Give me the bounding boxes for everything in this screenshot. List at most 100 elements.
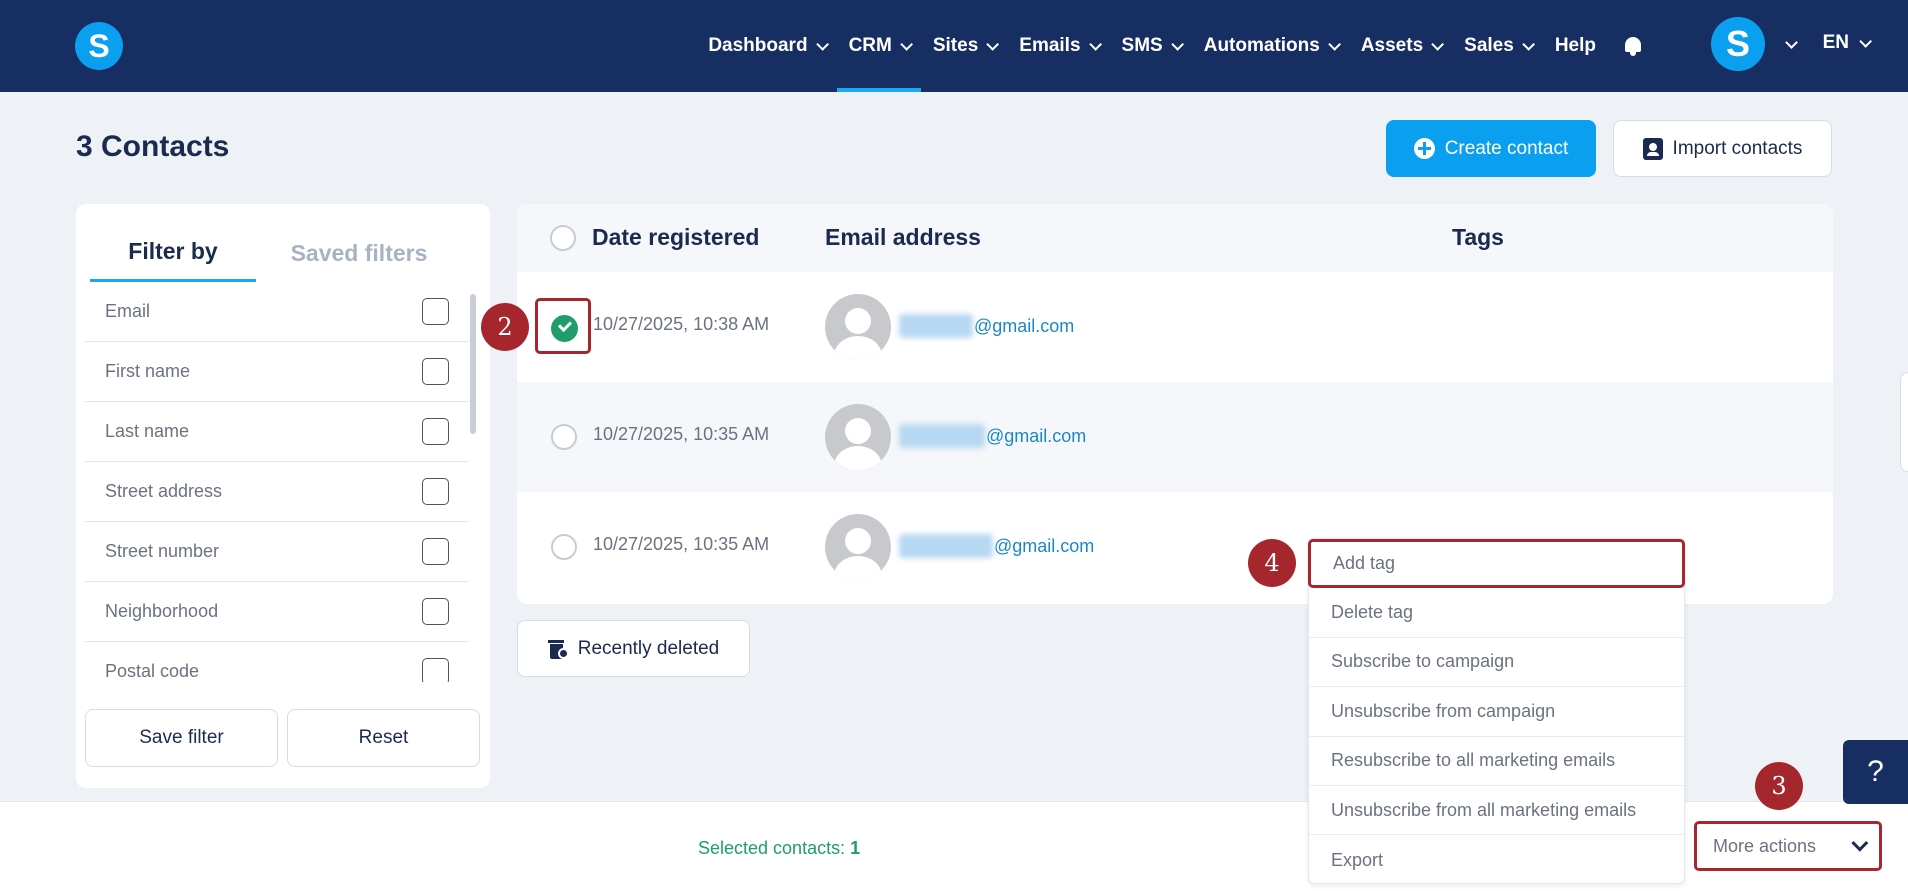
- row-email[interactable]: @gmail.com: [899, 424, 1086, 448]
- save-filter-button[interactable]: Save filter: [85, 709, 278, 767]
- main-nav: Dashboard CRM Sites Emails SMS Automatio…: [696, 0, 1658, 92]
- recently-deleted-button[interactable]: Recently deleted: [517, 620, 750, 677]
- language-label: EN: [1822, 32, 1849, 53]
- nav-sales[interactable]: Sales: [1452, 0, 1543, 92]
- avatar: [825, 294, 891, 360]
- filter-label: First name: [105, 361, 191, 381]
- step-highlight-checkbox: [535, 298, 591, 354]
- side-tab[interactable]: [1900, 372, 1908, 472]
- import-contacts-button[interactable]: Import contacts: [1613, 120, 1832, 177]
- chevron-down-icon: [1088, 37, 1102, 51]
- row-date: 10/27/2025, 10:35 AM: [593, 424, 770, 444]
- filter-checkbox[interactable]: [422, 358, 449, 385]
- nav-crm[interactable]: CRM: [836, 0, 922, 92]
- tab-filter-by[interactable]: Filter by: [90, 224, 256, 282]
- more-actions-menu: Add tag Delete tag Subscribe to campaign…: [1308, 538, 1685, 884]
- filter-row-postal-code[interactable]: Postal code: [85, 642, 469, 682]
- menu-item-add-tag[interactable]: Add tag: [1308, 539, 1685, 589]
- page-title: 3 Contacts: [76, 130, 230, 163]
- menu-item-delete-tag[interactable]: Delete tag: [1309, 588, 1684, 638]
- row-email[interactable]: @gmail.com: [899, 314, 1074, 338]
- nav-help[interactable]: Help: [1543, 0, 1608, 92]
- create-contact-label: Create contact: [1444, 137, 1569, 159]
- filter-row-neighborhood[interactable]: Neighborhood: [85, 582, 469, 642]
- chevron-down-icon: [1170, 37, 1184, 51]
- nav-automations[interactable]: Automations: [1192, 0, 1349, 92]
- table-row[interactable]: 10/27/2025, 10:35 AM @gmail.com: [517, 382, 1833, 492]
- filter-checkbox[interactable]: [422, 598, 449, 625]
- column-header-email[interactable]: Email address: [825, 224, 981, 251]
- filter-row-last-name[interactable]: Last name: [85, 402, 469, 462]
- nav-dashboard[interactable]: Dashboard: [696, 0, 836, 92]
- create-contact-button[interactable]: Create contact: [1386, 120, 1596, 177]
- nav-assets[interactable]: Assets: [1349, 0, 1452, 92]
- filter-checkbox[interactable]: [422, 538, 449, 565]
- top-navbar: S Dashboard CRM Sites Emails SMS Automat…: [0, 0, 1908, 92]
- more-actions-label: More actions: [1713, 835, 1817, 856]
- nav-emails[interactable]: Emails: [1007, 0, 1109, 92]
- redacted-email: [899, 424, 985, 448]
- reset-button[interactable]: Reset: [287, 709, 480, 767]
- redacted-email: [899, 314, 973, 338]
- selected-label: Selected contacts:: [698, 838, 851, 858]
- chevron-down-icon: [1328, 37, 1341, 51]
- table-header: Date registered Email address Tags: [517, 204, 1833, 272]
- chevron-down-icon: [1851, 834, 1869, 852]
- filter-label: Email: [105, 301, 151, 321]
- menu-item-export[interactable]: Export: [1309, 835, 1684, 884]
- filter-panel: Filter by Saved filters Email First name…: [76, 204, 490, 788]
- chevron-down-icon: [1859, 34, 1872, 48]
- more-actions-button[interactable]: More actions: [1694, 821, 1882, 871]
- nav-label: Assets: [1360, 35, 1424, 56]
- chevron-down-icon: [900, 37, 913, 51]
- step-badge-2: 2: [481, 303, 529, 351]
- chevron-down-icon[interactable]: [1785, 36, 1798, 49]
- filter-scrollbar[interactable]: [470, 294, 476, 680]
- user-avatar[interactable]: S: [1711, 17, 1765, 71]
- selected-count: 1: [850, 838, 861, 858]
- select-all-radio[interactable]: [550, 225, 576, 251]
- nav-label: SMS: [1121, 35, 1163, 56]
- filter-row-street-address[interactable]: Street address: [85, 462, 469, 522]
- row-select-radio[interactable]: [551, 424, 577, 450]
- nav-label: Sales: [1464, 35, 1514, 56]
- filter-row-street-number[interactable]: Street number: [85, 522, 469, 582]
- filter-label: Last name: [105, 421, 190, 441]
- filter-row-first-name[interactable]: First name: [85, 342, 469, 402]
- nav-sites[interactable]: Sites: [921, 0, 1007, 92]
- row-select-radio[interactable]: [551, 534, 577, 560]
- filter-label: Postal code: [105, 661, 200, 681]
- column-header-date[interactable]: Date registered: [592, 224, 759, 251]
- menu-item-unsubscribe-all[interactable]: Unsubscribe from all marketing emails: [1309, 786, 1684, 836]
- filter-label: Neighborhood: [105, 601, 219, 621]
- filter-checkbox[interactable]: [422, 298, 449, 325]
- scrollbar-thumb[interactable]: [470, 294, 476, 434]
- nav-sms[interactable]: SMS: [1110, 0, 1192, 92]
- nav-label: Emails: [1019, 35, 1081, 56]
- bell-icon[interactable]: [1622, 35, 1644, 57]
- help-button[interactable]: ?: [1843, 740, 1908, 804]
- tab-saved-filters[interactable]: Saved filters: [276, 224, 442, 282]
- filter-label: Street number: [105, 541, 220, 561]
- redacted-email: [899, 534, 993, 558]
- email-domain: @gmail.com: [986, 425, 1087, 446]
- nav-label: Dashboard: [708, 35, 808, 56]
- table-row[interactable]: 10/27/2025, 10:38 AM @gmail.com: [517, 272, 1833, 382]
- email-domain: @gmail.com: [974, 315, 1075, 336]
- import-contacts-label: Import contacts: [1672, 137, 1803, 159]
- menu-item-subscribe-campaign[interactable]: Subscribe to campaign: [1309, 638, 1684, 688]
- menu-item-resubscribe-all[interactable]: Resubscribe to all marketing emails: [1309, 737, 1684, 786]
- contact-card-icon: [1642, 137, 1663, 160]
- filter-checkbox[interactable]: [422, 418, 449, 445]
- filter-label: Street address: [105, 481, 223, 501]
- language-selector[interactable]: EN: [1822, 32, 1872, 54]
- nav-label: Automations: [1203, 35, 1320, 56]
- app-logo[interactable]: S: [75, 22, 123, 70]
- menu-item-unsubscribe-campaign[interactable]: Unsubscribe from campaign: [1309, 687, 1684, 737]
- row-email[interactable]: @gmail.com: [899, 534, 1094, 558]
- selected-count-text: Selected contacts: 1: [698, 838, 860, 859]
- filter-checkbox[interactable]: [422, 658, 449, 682]
- filter-checkbox[interactable]: [422, 478, 449, 505]
- step-badge-4: 4: [1248, 539, 1296, 587]
- filter-row-email[interactable]: Email: [85, 282, 469, 342]
